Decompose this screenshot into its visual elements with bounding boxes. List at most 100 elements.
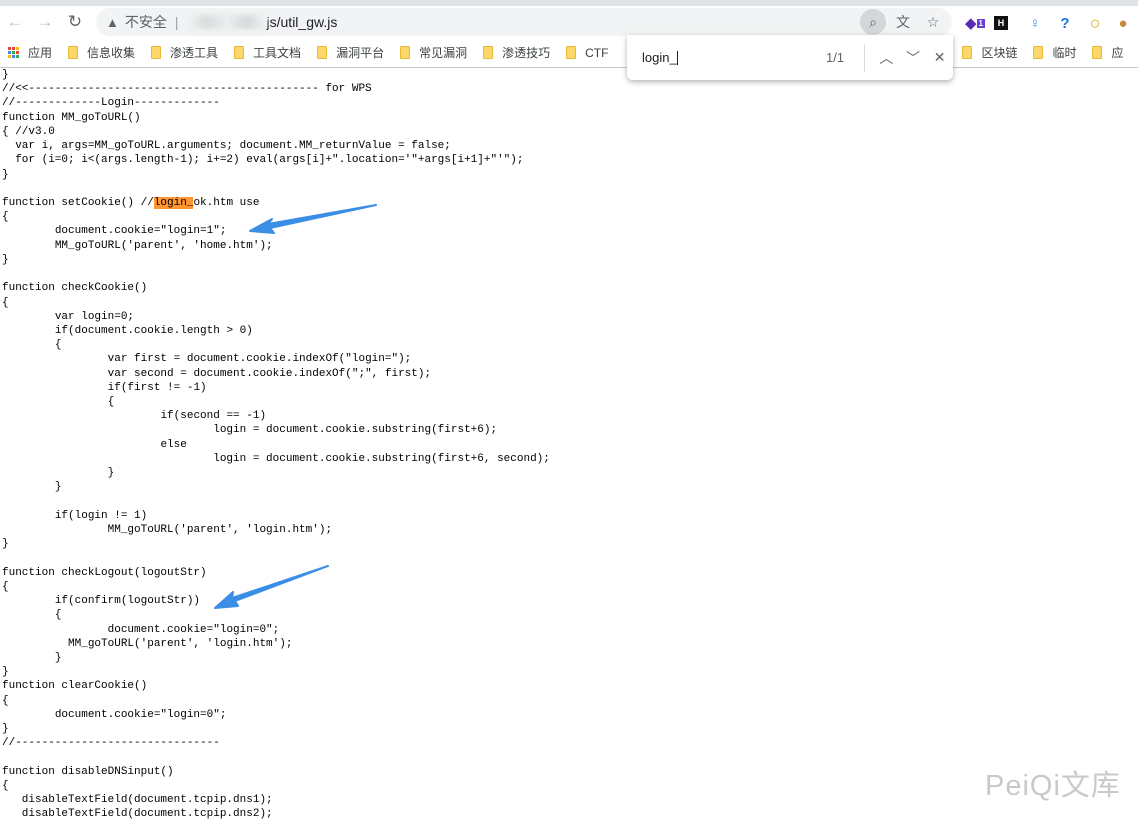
address-bar[interactable]: ▲ 不安全 | js/util_gw.js ⌕ 文 ☆ (96, 8, 952, 36)
code-line: function setCookie() //login_ok.htm use (2, 196, 260, 209)
extension-icon[interactable]: ◆ 1 (964, 12, 986, 34)
code-line: login = document.cookie.substring(first+… (2, 452, 550, 465)
code-line: } (2, 723, 9, 736)
code-line: { (2, 339, 62, 352)
code-line: } (2, 467, 115, 480)
code-line: { (2, 580, 9, 593)
code-line: { (2, 296, 9, 309)
h-extension-icon[interactable]: H (994, 16, 1008, 30)
code-line: disableTextField(document.tcpip.dns2); (2, 808, 273, 821)
code-line: //-------------Login------------- (2, 97, 220, 110)
find-close-button[interactable]: ✕ (926, 49, 953, 66)
bookmark-folder[interactable]: 区块链 (962, 44, 1017, 61)
find-previous-button[interactable]: ︿ (873, 48, 900, 68)
find-count: 1/1 (825, 50, 845, 65)
code-line: if(second == -1) (2, 410, 267, 423)
bookmark-folder[interactable]: 工具文档 (234, 44, 301, 61)
code-line: //------------------------------- (2, 737, 220, 750)
find-bar: login_ 1/1 ︿ ﹀ ✕ (627, 35, 953, 80)
code-line: document.cookie="login=1"; (2, 225, 227, 238)
code-line: if(login != 1) (2, 509, 148, 522)
code-line: disableTextField(document.tcpip.dns1); (2, 794, 273, 807)
bookmark-folder[interactable]: 常见漏洞 (400, 44, 467, 61)
separator: | (174, 14, 179, 30)
code-line: if(document.cookie.length > 0) (2, 324, 253, 337)
folder-icon (234, 46, 245, 59)
code-line: { (2, 779, 9, 792)
code-line: { (2, 694, 9, 707)
code-line: document.cookie="login=0"; (2, 708, 227, 721)
code-line: function disableDNSinput() (2, 765, 174, 778)
find-icon[interactable]: ⌕ (860, 9, 886, 35)
bookmarks-bar: 应用 信息收集 渗透工具 工具文档 漏洞平台 常见漏洞 渗透技巧 CTF 区块链… (0, 38, 1138, 68)
folder-icon (483, 46, 494, 59)
redacted-url-part (186, 15, 267, 29)
bookmark-folder[interactable]: 漏洞平台 (317, 44, 384, 61)
help-extension-icon[interactable]: ? (1054, 12, 1076, 34)
ring-extension-icon[interactable]: ○ (1084, 12, 1106, 34)
code-line: if(first != -1) (2, 381, 207, 394)
code-line: for (i=0; i<(args.length-1); i+=2) eval(… (2, 154, 524, 167)
code-line: //<<------------------------------------… (2, 83, 372, 96)
code-line: login = document.cookie.substring(first+… (2, 424, 498, 437)
code-line: var i, args=MM_goToURL.arguments; docume… (2, 140, 451, 153)
code-line: { //v3.0 (2, 125, 55, 138)
folder-icon (566, 46, 577, 59)
bookmark-folder[interactable]: CTF (566, 46, 608, 60)
find-next-button[interactable]: ﹀ (900, 48, 927, 68)
bookmark-folder[interactable]: 渗透技巧 (483, 44, 550, 61)
url-text: js/util_gw.js (266, 14, 338, 30)
folder-icon (317, 46, 328, 59)
code-line: { (2, 396, 115, 409)
code-line: MM_goToURL('parent', 'login.htm'); (2, 637, 293, 650)
code-line: } (2, 69, 9, 81)
code-line: } (2, 253, 9, 266)
code-line: document.cookie="login=0"; (2, 623, 280, 636)
folder-icon (400, 46, 411, 59)
code-line: var login=0; (2, 310, 135, 323)
bookmark-apps[interactable]: 应用 (8, 44, 52, 61)
apps-icon (8, 47, 19, 58)
security-label: 不安全 (124, 14, 167, 30)
find-input[interactable]: login_ (642, 50, 775, 66)
code-line: } (2, 538, 9, 551)
code-line: } (2, 481, 62, 494)
bookmark-folder[interactable]: 应 (1092, 44, 1123, 61)
folder-icon (962, 46, 973, 59)
bookmark-folder[interactable]: 渗透工具 (151, 44, 218, 61)
code-line: MM_goToURL('parent', 'login.htm'); (2, 524, 333, 536)
browser-toolbar: ← → ↻ ▲ 不安全 | js/util_gw.js ⌕ 文 ☆ ◆ 1 H ♀… (0, 6, 1138, 38)
code-line: } (2, 168, 9, 181)
cookie-extension-icon[interactable]: ● (1112, 12, 1134, 34)
code-line: { (2, 609, 62, 622)
star-icon[interactable]: ☆ (920, 9, 946, 35)
code-line: if(confirm(logoutStr)) (2, 595, 201, 608)
find-match-highlight: login_ (153, 196, 194, 209)
forward-button[interactable]: → (30, 12, 60, 32)
folder-icon (1033, 46, 1044, 59)
code-line: { (2, 211, 9, 224)
source-code: } //<<-----------------------------------… (2, 68, 550, 822)
code-line: MM_goToURL('parent', 'home.htm'); (2, 239, 273, 252)
bookmark-folder[interactable]: 信息收集 (68, 44, 135, 61)
code-line: var first = document.cookie.indexOf("log… (2, 353, 412, 366)
bookmark-folder[interactable]: 临时 (1033, 44, 1076, 61)
code-line: function checkLogout(logoutStr) (2, 566, 207, 579)
warning-icon: ▲ (106, 14, 119, 30)
code-line: var second = document.cookie.indexOf(";"… (2, 367, 432, 380)
code-line: } (2, 666, 9, 679)
back-button[interactable]: ← (0, 12, 30, 32)
translate-icon[interactable]: 文 (890, 9, 916, 35)
reload-button[interactable]: ↻ (60, 12, 90, 32)
divider (864, 43, 865, 72)
code-line: function clearCookie() (2, 680, 148, 693)
pin-extension-icon[interactable]: ♀ (1024, 12, 1046, 34)
watermark: PeiQi文库 (985, 770, 1121, 802)
code-line: } (2, 651, 62, 664)
code-line: function checkCookie() (2, 282, 148, 295)
